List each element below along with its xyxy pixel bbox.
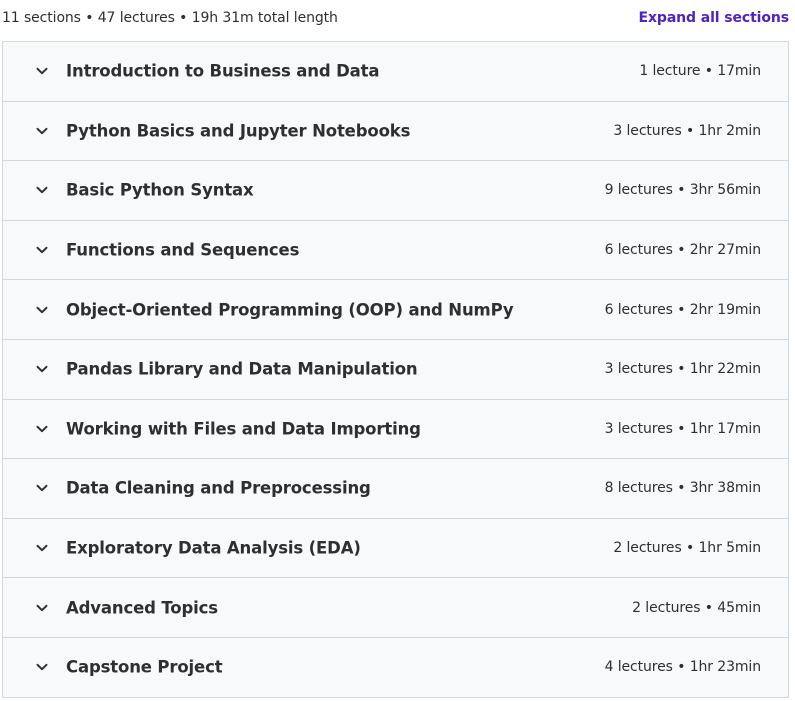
section-title: Functions and Sequences <box>66 240 300 260</box>
section-row-advanced-topics[interactable]: Advanced Topics 2 lectures • 45min <box>3 578 788 638</box>
section-title: Object-Oriented Programming (OOP) and Nu… <box>66 300 514 320</box>
section-row-basic-syntax[interactable]: Basic Python Syntax 9 lectures • 3hr 56m… <box>3 161 788 221</box>
section-meta: 9 lectures • 3hr 56min <box>604 182 762 199</box>
section-title: Exploratory Data Analysis (EDA) <box>66 538 361 558</box>
section-row-introduction[interactable]: Introduction to Business and Data 1 lect… <box>3 42 788 102</box>
expand-all-sections-button[interactable]: Expand all sections <box>639 10 790 26</box>
section-row-files-importing[interactable]: Working with Files and Data Importing 3 … <box>3 399 788 460</box>
section-meta: 3 lectures • 1hr 2min <box>613 122 761 139</box>
section-title: Pandas Library and Data Manipulation <box>66 359 418 379</box>
chevron-down-icon <box>35 124 49 138</box>
chevron-down-icon <box>35 660 49 674</box>
section-row-functions[interactable]: Functions and Sequences 6 lectures • 2hr… <box>3 220 788 281</box>
curriculum-summary-bar: 11 sections • 47 lectures • 19h 31m tota… <box>0 0 795 40</box>
section-title: Basic Python Syntax <box>66 180 254 200</box>
section-title: Data Cleaning and Preprocessing <box>66 478 371 498</box>
section-meta: 3 lectures • 1hr 17min <box>604 420 762 437</box>
section-list: Introduction to Business and Data 1 lect… <box>2 41 789 698</box>
section-meta: 8 lectures • 3hr 38min <box>604 480 762 497</box>
chevron-down-icon <box>35 541 49 555</box>
section-row-data-cleaning[interactable]: Data Cleaning and Preprocessing 8 lectur… <box>3 459 788 519</box>
section-meta: 2 lectures • 1hr 5min <box>613 540 761 557</box>
section-meta: 6 lectures • 2hr 19min <box>604 301 762 318</box>
chevron-down-icon <box>35 243 49 257</box>
section-meta: 2 lectures • 45min <box>632 599 761 616</box>
chevron-down-icon <box>35 481 49 495</box>
section-title: Introduction to Business and Data <box>66 61 380 81</box>
section-title: Advanced Topics <box>66 598 218 618</box>
section-row-oop-numpy[interactable]: Object-Oriented Programming (OOP) and Nu… <box>3 280 788 340</box>
section-title: Working with Files and Data Importing <box>66 419 421 439</box>
section-row-capstone[interactable]: Capstone Project 4 lectures • 1hr 23min <box>3 637 788 698</box>
section-row-eda[interactable]: Exploratory Data Analysis (EDA) 2 lectur… <box>3 518 788 579</box>
section-title: Python Basics and Jupyter Notebooks <box>66 121 411 141</box>
section-meta: 1 lecture • 17min <box>639 63 761 80</box>
section-row-pandas[interactable]: Pandas Library and Data Manipulation 3 l… <box>3 339 788 400</box>
section-meta: 6 lectures • 2hr 27min <box>604 242 762 259</box>
curriculum-summary: 11 sections • 47 lectures • 19h 31m tota… <box>2 10 338 26</box>
section-title: Capstone Project <box>66 657 223 677</box>
chevron-down-icon <box>35 303 49 317</box>
chevron-down-icon <box>35 183 49 197</box>
section-meta: 4 lectures • 1hr 23min <box>604 659 762 676</box>
section-row-python-basics[interactable]: Python Basics and Jupyter Notebooks 3 le… <box>3 101 788 162</box>
chevron-down-icon <box>35 422 49 436</box>
section-meta: 3 lectures • 1hr 22min <box>604 361 762 378</box>
chevron-down-icon <box>35 601 49 615</box>
chevron-down-icon <box>35 362 49 376</box>
chevron-down-icon <box>35 64 49 78</box>
